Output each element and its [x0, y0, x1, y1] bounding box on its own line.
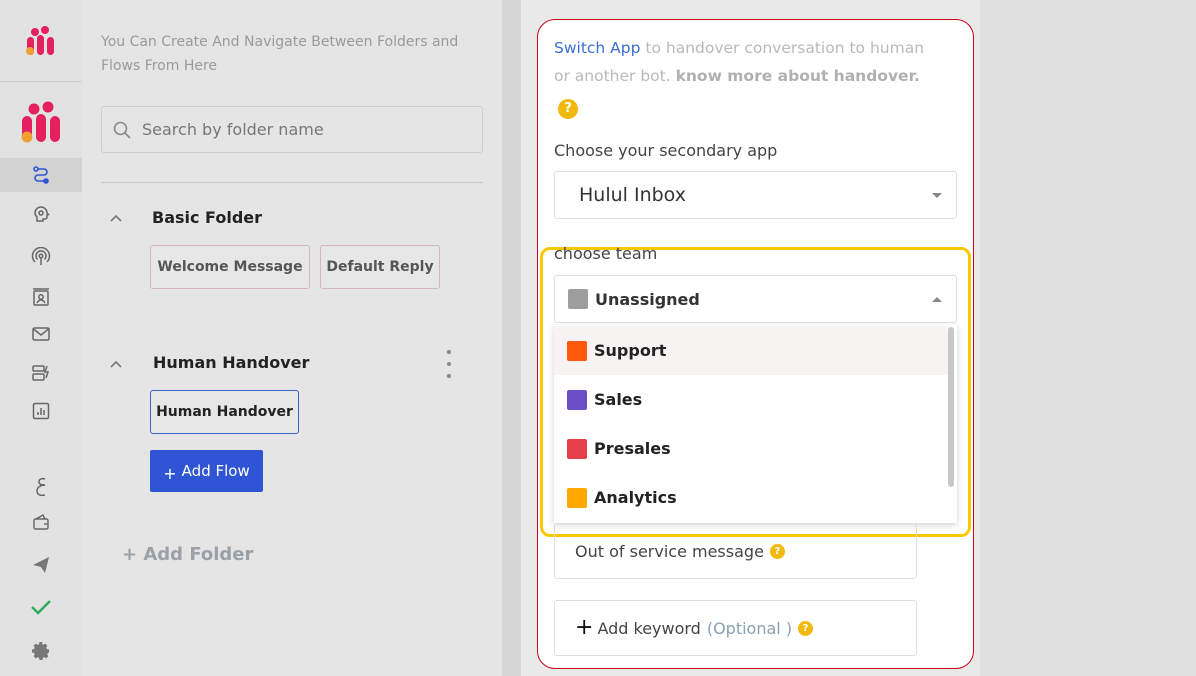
folder-menu-icon[interactable] — [444, 350, 454, 378]
settings-icon — [32, 642, 49, 660]
wallet-icon — [33, 514, 49, 530]
config-panel: Switch App to handover conversation to h… — [521, 0, 980, 676]
folders-divider — [101, 182, 483, 183]
check-icon — [31, 600, 51, 615]
flow-chip-default-reply[interactable]: Default Reply — [320, 245, 440, 289]
flow-chip-human-handover[interactable]: Human Handover — [150, 390, 299, 434]
dropdown-scrollbar[interactable] — [948, 327, 954, 487]
mail-icon — [32, 327, 50, 341]
team-select[interactable]: Unassigned — [554, 275, 957, 323]
plus-icon: + — [575, 615, 594, 640]
folder-search-input[interactable] — [140, 119, 440, 140]
secondary-app-value: Hulul Inbox — [579, 184, 686, 206]
help-icon[interactable]: ? — [558, 99, 578, 119]
out-of-service-label: Out of service message — [575, 541, 764, 561]
caret-down-icon — [932, 193, 942, 198]
flows-icon — [33, 166, 49, 184]
nav-broadcast[interactable] — [0, 240, 82, 274]
team-dropdown: Support Sales Presales Analytics — [554, 325, 957, 523]
caret-up-icon — [932, 297, 942, 302]
handover-intro: Switch App to handover conversation to h… — [554, 34, 934, 119]
templates-icon — [32, 365, 50, 381]
nav-analytics[interactable] — [0, 394, 82, 428]
know-more-link[interactable]: know more about handover. — [676, 67, 920, 85]
add-keyword-optional: (Optional ) — [706, 618, 793, 638]
add-keyword-field[interactable]: + Add keyword (Optional ) ? — [554, 600, 917, 656]
nav-wallet[interactable] — [0, 505, 82, 539]
analytics-icon — [32, 402, 50, 420]
team-color-swatch — [568, 289, 588, 309]
handover-card: Switch App to handover conversation to h… — [537, 19, 974, 669]
panel-gutter — [502, 0, 521, 676]
plus-icon: + — [163, 463, 177, 483]
flow-chip-welcome-message[interactable]: Welcome Message — [150, 245, 310, 289]
nav-send[interactable] — [0, 548, 82, 582]
team-label: choose team — [554, 244, 658, 263]
team-option-label: Analytics — [594, 488, 677, 507]
chevron-up-icon[interactable] — [107, 210, 125, 228]
team-option-support[interactable]: Support — [554, 326, 949, 375]
nav-bot-brain[interactable] — [0, 198, 82, 232]
team-color-swatch — [567, 340, 587, 361]
icon-rail — [0, 0, 82, 676]
nav-language[interactable] — [0, 470, 82, 504]
secondary-app-label: Choose your secondary app — [554, 141, 778, 160]
broadcast-icon — [31, 247, 51, 265]
language-icon — [36, 477, 46, 497]
nav-inbox[interactable] — [0, 317, 82, 351]
team-option-presales[interactable]: Presales — [554, 424, 949, 473]
right-empty-area — [980, 0, 1196, 676]
team-selected-value: Unassigned — [595, 289, 700, 309]
send-icon — [33, 557, 49, 573]
contacts-icon — [33, 288, 49, 306]
team-option-analytics[interactable]: Analytics — [554, 473, 949, 522]
nav-templates[interactable] — [0, 356, 82, 390]
help-icon[interactable]: ? — [769, 543, 785, 559]
team-color-swatch — [567, 389, 587, 410]
folder-name[interactable]: Basic Folder — [152, 208, 262, 227]
chevron-up-icon[interactable] — [107, 356, 125, 374]
nav-contacts[interactable] — [0, 280, 82, 314]
team-option-label: Support — [594, 341, 667, 360]
team-option-label: Presales — [594, 439, 671, 458]
bot-brain-icon — [34, 206, 50, 222]
folders-hint: You Can Create And Navigate Between Fold… — [101, 34, 459, 74]
secondary-app-select[interactable]: Hulul Inbox — [554, 171, 957, 219]
nav-settings[interactable] — [0, 634, 82, 668]
brand-logo-icon — [26, 26, 54, 55]
folders-panel: You Can Create And Navigate Between Fold… — [82, 0, 502, 676]
app-logo[interactable] — [0, 0, 82, 82]
team-option-label: Sales — [594, 390, 643, 409]
team-color-swatch — [567, 438, 587, 459]
team-color-swatch — [567, 487, 587, 508]
add-flow-label: Add Flow — [181, 462, 250, 480]
folder-name[interactable]: Human Handover — [153, 353, 309, 372]
team-option-sales[interactable]: Sales — [554, 375, 949, 424]
switch-app-link[interactable]: Switch App — [554, 39, 640, 57]
brand-logo-icon — [21, 101, 60, 143]
add-flow-button[interactable]: + Add Flow — [150, 450, 263, 492]
workspace-logo[interactable] — [0, 97, 82, 149]
help-icon[interactable]: ? — [798, 620, 814, 636]
nav-status[interactable] — [0, 590, 82, 624]
out-of-service-field[interactable]: Out of service message ? — [554, 523, 917, 579]
add-keyword-label: Add keyword — [597, 618, 701, 638]
search-icon — [113, 121, 131, 139]
add-folder-button[interactable]: + Add Folder — [122, 544, 253, 565]
folder-search[interactable] — [101, 106, 483, 153]
nav-flows[interactable] — [0, 158, 82, 192]
